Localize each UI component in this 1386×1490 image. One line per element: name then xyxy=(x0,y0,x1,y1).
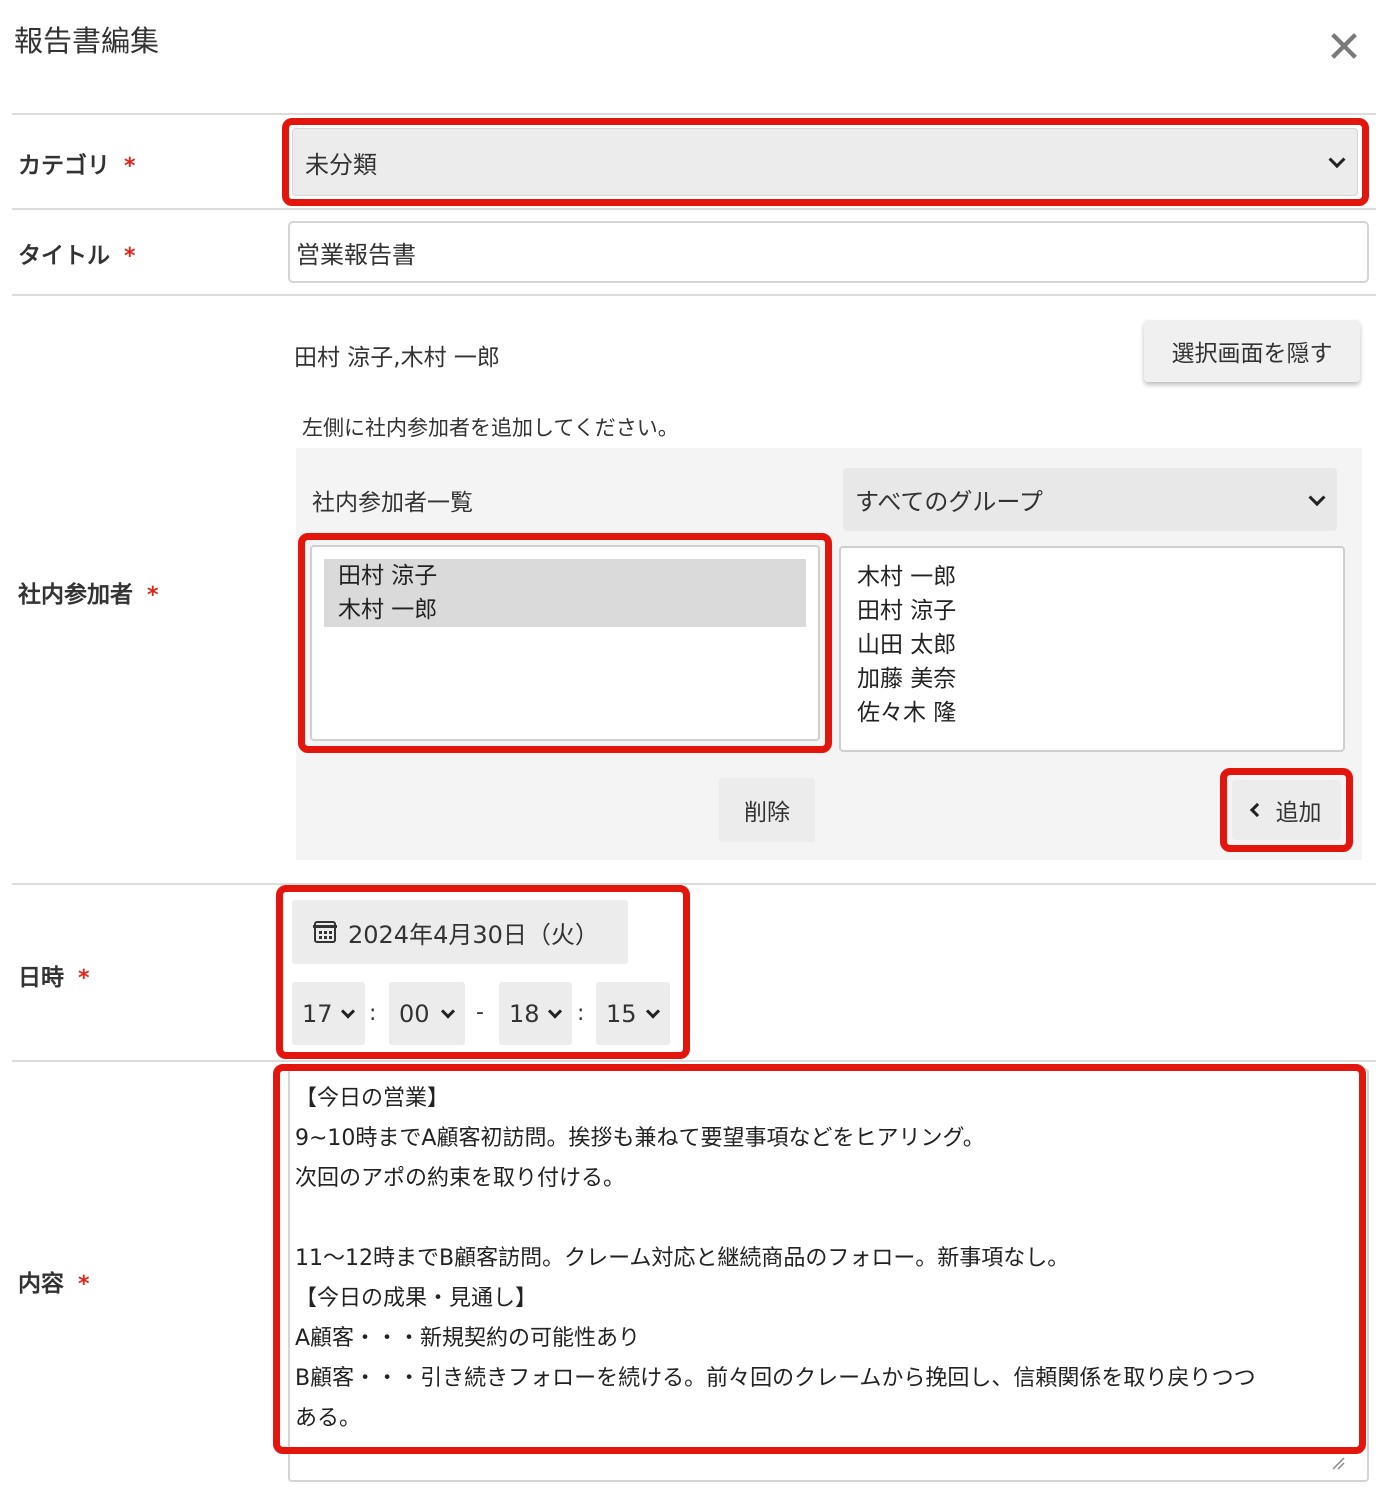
category-label-text: カテゴリ xyxy=(18,153,110,179)
date-value: 2024年4月30日（火） xyxy=(348,920,599,949)
category-selected-value: 未分類 xyxy=(305,150,377,179)
list-item[interactable]: 佐々木 隆 xyxy=(843,696,1341,730)
chevron-down-icon xyxy=(645,1003,661,1019)
required-mark: * xyxy=(124,154,136,179)
calendar-icon xyxy=(313,921,337,943)
end-hour-select[interactable]: 18 xyxy=(499,982,572,1045)
list-item[interactable]: 山田 太郎 xyxy=(843,628,1341,662)
content-line: 11〜12時までB顧客訪問。クレーム対応と継続商品のフォロー。新事項なし。 xyxy=(295,1246,1070,1271)
content-line: ある。 xyxy=(295,1406,362,1431)
divider xyxy=(12,294,1376,296)
end-hour-value: 18 xyxy=(509,999,540,1028)
add-button[interactable]: 追加 xyxy=(1232,780,1341,840)
chevron-left-icon xyxy=(1249,802,1264,818)
add-button-label: 追加 xyxy=(1275,800,1322,826)
available-participants-listbox[interactable]: 木村 一郎 田村 涼子 山田 太郎 加藤 美奈 佐々木 隆 xyxy=(839,546,1345,752)
divider xyxy=(12,1060,1376,1062)
title-label: タイトル * xyxy=(18,236,136,270)
chevron-down-icon xyxy=(1328,151,1346,169)
time-colon: : xyxy=(369,1001,377,1026)
list-item[interactable]: 田村 涼子 xyxy=(843,594,1341,628)
chevron-down-icon xyxy=(440,1003,456,1019)
datetime-label: 日時 * xyxy=(18,958,90,992)
selected-participants-listbox[interactable]: 田村 涼子 木村 一郎 xyxy=(310,545,820,741)
delete-button[interactable]: 削除 xyxy=(719,778,815,842)
time-colon: : xyxy=(577,1001,585,1026)
hide-selector-button[interactable]: 選択画面を隠す xyxy=(1144,320,1360,382)
divider xyxy=(12,208,1376,210)
required-mark: * xyxy=(78,966,90,991)
content-label: 内容 * xyxy=(18,1264,90,1298)
chevron-down-icon xyxy=(1308,488,1326,506)
modal-title: 報告書編集 xyxy=(14,24,160,58)
content-line: 次回のアポの約束を取り付ける。 xyxy=(295,1166,626,1191)
end-minute-value: 15 xyxy=(606,999,637,1028)
group-select-value: すべてのグループ xyxy=(855,488,1043,516)
participants-label: 社内参加者 * xyxy=(18,575,159,609)
required-mark: * xyxy=(78,1272,90,1297)
participant-list-heading: 社内参加者一覧 xyxy=(312,490,473,516)
start-minute-value: 00 xyxy=(399,999,430,1028)
content-line: 【今日の営業】 xyxy=(295,1086,450,1111)
list-item[interactable]: 木村 一郎 xyxy=(324,593,806,627)
datetime-label-text: 日時 xyxy=(18,965,64,991)
list-item[interactable]: 加藤 美奈 xyxy=(843,662,1341,696)
required-mark: * xyxy=(147,583,159,608)
divider xyxy=(12,113,1376,115)
content-line: 9~10時までA顧客初訪問。挨拶も兼ねて要望事項などをヒアリング。 xyxy=(295,1126,985,1151)
content-line: B顧客・・・引き続きフォローを続ける。前々回のクレームから挽回し、信頼関係を取り… xyxy=(295,1366,1256,1391)
end-minute-select[interactable]: 15 xyxy=(596,982,670,1045)
content-line: A顧客・・・新規契約の可能性あり xyxy=(295,1326,641,1351)
start-minute-select[interactable]: 00 xyxy=(389,982,465,1045)
resize-grip-icon[interactable] xyxy=(1331,1456,1345,1470)
participants-instruction: 左側に社内参加者を追加してください。 xyxy=(302,416,679,440)
category-select[interactable]: 未分類 xyxy=(292,128,1358,196)
content-line xyxy=(295,1199,1355,1239)
list-item[interactable]: 田村 涼子 xyxy=(324,559,806,593)
group-select[interactable]: すべてのグループ xyxy=(843,468,1337,531)
content-text: 【今日の営業】 9~10時までA顧客初訪問。挨拶も兼ねて要望事項などをヒアリング… xyxy=(295,1079,1355,1439)
required-mark: * xyxy=(124,244,136,269)
start-hour-select[interactable]: 17 xyxy=(292,982,365,1045)
date-picker[interactable]: 2024年4月30日（火） xyxy=(292,900,628,964)
list-item[interactable]: 木村 一郎 xyxy=(843,560,1341,594)
divider xyxy=(12,883,1376,885)
content-label-text: 内容 xyxy=(18,1271,64,1297)
chevron-down-icon xyxy=(547,1003,563,1019)
title-input[interactable]: 営業報告書 xyxy=(288,221,1369,283)
selected-participants-summary: 田村 涼子,木村 一郎 xyxy=(294,345,500,371)
participants-label-text: 社内参加者 xyxy=(18,582,133,608)
close-icon[interactable]: ✕ xyxy=(1322,26,1366,70)
content-line: 【今日の成果・見通し】 xyxy=(295,1286,538,1311)
chevron-down-icon xyxy=(340,1003,356,1019)
category-label: カテゴリ * xyxy=(18,146,136,180)
start-hour-value: 17 xyxy=(302,999,333,1028)
title-input-value: 営業報告書 xyxy=(296,240,416,269)
title-label-text: タイトル xyxy=(18,243,110,269)
time-range-dash: - xyxy=(476,1000,484,1025)
